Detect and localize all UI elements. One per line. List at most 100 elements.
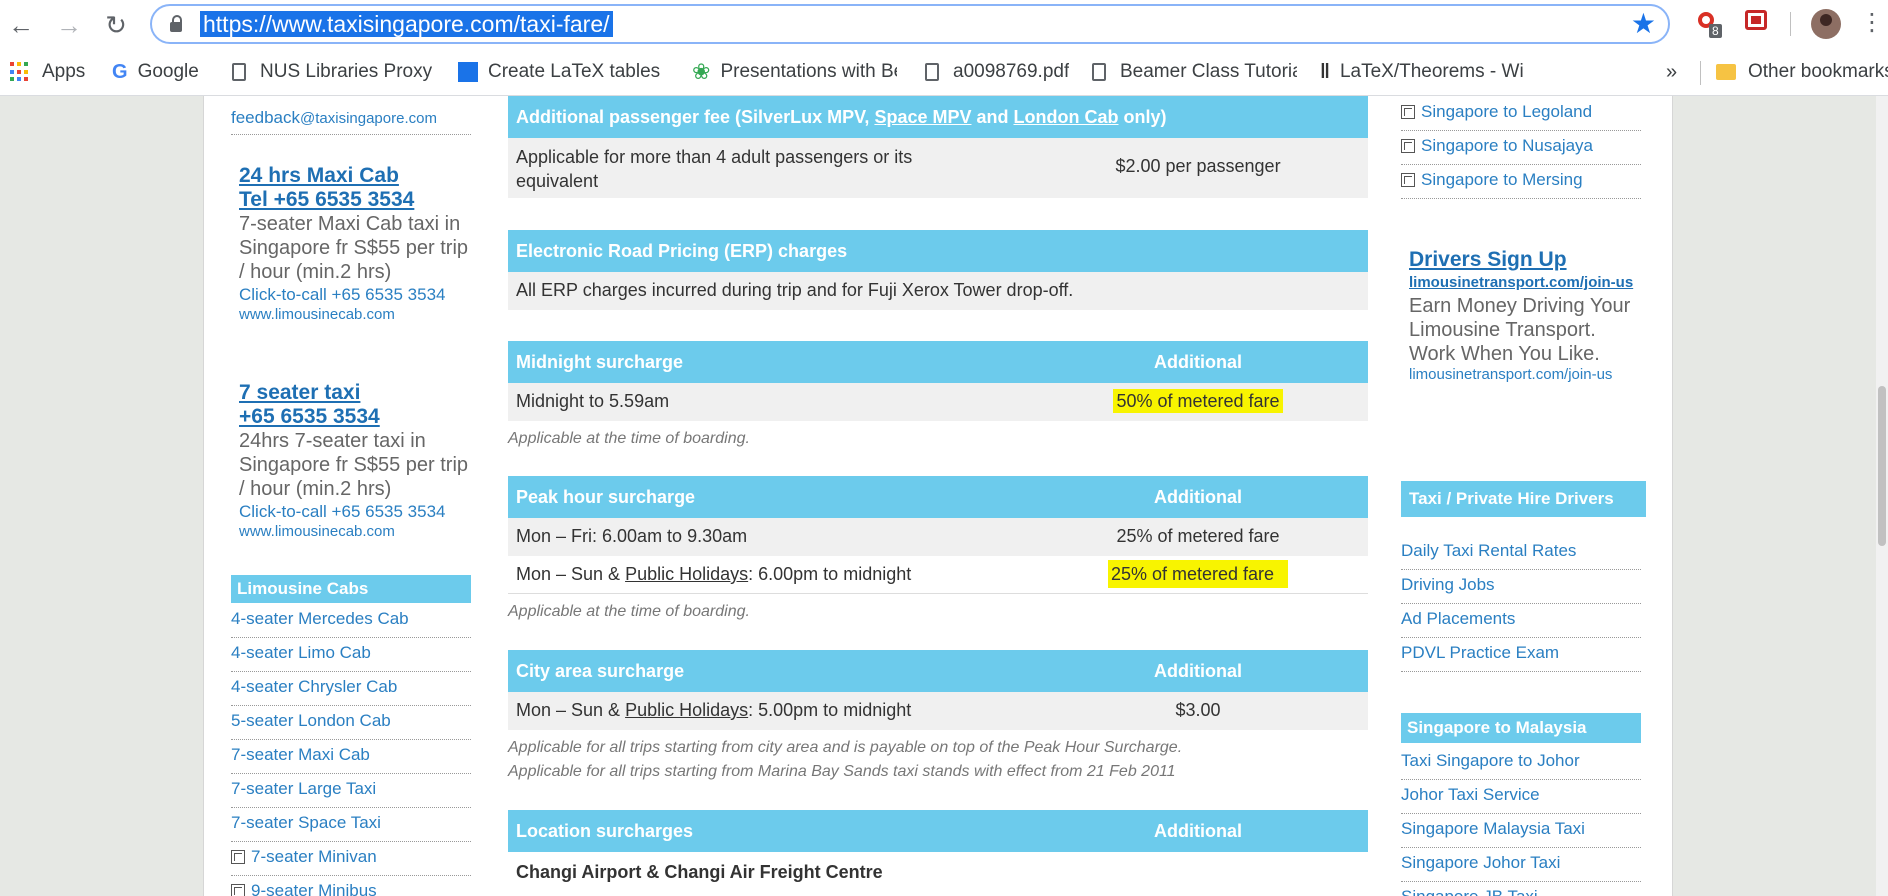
erp-header: Electronic Road Pricing (ERP) charges [508,230,1368,272]
bookmarks-bar: Apps G Google NUS Libraries Proxy B Creat… [0,49,1888,96]
page-content: feedback@taxisingapore.com 24 hrs Maxi C… [203,96,1673,896]
list-item[interactable]: Daily Taxi Rental Rates [1401,536,1641,570]
list-item[interactable]: Driving Jobs [1401,570,1641,604]
midnight-header: Midnight surcharge Additional [508,341,1368,383]
list-item-label: Singapore to Mersing [1421,170,1583,189]
back-arrow-icon[interactable]: ← [4,8,38,42]
pocket-extension-icon[interactable] [1745,10,1771,36]
more-bookmarks-button[interactable]: » [1666,49,1677,95]
drivers-ad: Drivers Sign Up limousinetransport.com/j… [1409,248,1644,383]
document-icon [1092,62,1106,81]
ad-call-link[interactable]: Click-to-call +65 6535 3534 [239,501,479,523]
bookmark-label: Presentations with Be [720,61,897,83]
list-item[interactable]: Johor Taxi Service [1401,780,1641,814]
drivers-url[interactable]: limousinetransport.com/join-us [1409,272,1644,294]
ad-phone[interactable]: Tel +65 6535 3534 [239,188,479,212]
folder-icon [1716,63,1736,80]
bookmark-latex-tables[interactable]: Create LaTeX tables o [458,49,663,95]
public-holidays-link[interactable]: Public Holidays [625,564,748,584]
ad-title[interactable]: 7 seater taxi [239,381,479,405]
list-item[interactable]: Singapore JB Taxi [1401,882,1641,896]
ad-phone[interactable]: +65 6535 3534 [239,405,479,429]
ad-call-link[interactable]: Click-to-call +65 6535 3534 [239,284,479,306]
list-item[interactable]: Singapore to Mersing [1401,165,1641,199]
london-cab-link[interactable]: London Cab [1014,107,1119,127]
bookmark-label: Google [137,61,199,83]
city-note-2: Applicable for all trips starting from M… [508,763,1176,780]
list-item[interactable]: 7-seater Large Taxi [231,774,471,808]
opera-extension-icon[interactable]: 8 [1696,10,1722,38]
other-bookmarks[interactable]: Other bookmarks [1716,49,1888,95]
ad-url[interactable]: www.limousinecab.com [239,306,479,324]
location-title: Location surcharges [516,821,694,841]
peak-header: Peak hour surcharge Additional [508,476,1368,518]
list-item[interactable]: 5-seater London Cab [231,706,471,740]
list-item[interactable]: 7-seater Maxi Cab [231,740,471,774]
row-description: All ERP charges incurred during trip and… [516,280,1074,300]
table-row: Applicable for more than 4 adult passeng… [508,138,1368,198]
list-item[interactable]: Ad Placements [1401,604,1641,638]
address-bar[interactable]: https://www.taxisingapore.com/taxi-fare/… [150,4,1670,44]
drivers-url-footer[interactable]: limousinetransport.com/join-us [1409,366,1644,383]
ad-title[interactable]: 24 hrs Maxi Cab [239,164,479,188]
bookmark-presentations[interactable]: ❀ Presentations with Be [692,49,897,95]
feedback-prefix: feedback [231,108,300,127]
list-item[interactable]: 4-seater Chrysler Cab [231,672,471,706]
list-item[interactable]: Singapore to Nusajaya [1401,131,1641,165]
taxi-drivers-heading: Taxi / Private Hire Drivers [1401,481,1646,517]
bookmark-apps[interactable]: Apps [10,49,85,95]
bookmark-pdf[interactable]: a0098769.pdf [925,49,1069,95]
list-item[interactable]: 7-seater Minivan [231,842,471,876]
extension-badge: 8 [1709,24,1722,38]
ad-url[interactable]: www.limousinecab.com [239,523,479,541]
bookmark-label: Create LaTeX tables o [488,61,663,82]
list-item[interactable]: Singapore Malaysia Taxi [1401,814,1641,848]
bookmark-label: LaTeX/Theorems - Wi [1339,61,1524,83]
bookmark-nus-libraries[interactable]: NUS Libraries Proxy B [232,49,432,95]
bookmark-label: Beamer Class Tutorial [1120,61,1297,82]
drivers-signup-title[interactable]: Drivers Sign Up [1409,248,1644,272]
erp-title: Electronic Road Pricing (ERP) charges [516,241,848,261]
list-item[interactable]: 4-seater Limo Cab [231,638,471,672]
list-item[interactable]: Singapore to Legoland [1401,97,1641,131]
ad-seven-seater: 7 seater taxi +65 6535 3534 24hrs 7-seat… [239,381,479,541]
external-link-icon [231,884,245,896]
row-description: Mon – Sun & Public Holidays: 6.00pm to m… [516,564,911,585]
highlighted-value: 50% of metered fare [1113,389,1283,413]
peak-title: Peak hour surcharge [516,487,696,507]
taxi-drivers-list: Daily Taxi Rental Rates Driving Jobs Ad … [1401,536,1641,672]
space-mpv-link[interactable]: Space MPV [874,107,971,127]
public-holidays-link[interactable]: Public Holidays [625,700,748,720]
google-g-icon: G [112,61,128,83]
table-row: All ERP charges incurred during trip and… [508,272,1368,310]
table-row: Changi Airport & Changi Air Freight Cent… [508,852,1368,892]
list-item[interactable]: Singapore Johor Taxi [1401,848,1641,882]
bookmark-google[interactable]: G Google [112,49,199,95]
reload-icon[interactable]: ↻ [99,8,133,42]
url-text[interactable]: https://www.taxisingapore.com/taxi-fare/ [200,11,613,37]
wikibooks-icon: ‖ [1320,61,1330,83]
bookmark-star-icon[interactable]: ★ [1631,9,1656,39]
row-value: $2.00 per passenger [1115,156,1281,176]
list-item[interactable]: Taxi Singapore to Johor [1401,746,1641,780]
feedback-email-link[interactable]: feedback@taxisingapore.com [231,108,471,135]
row-text: : 6.00pm to midnight [748,564,912,584]
profile-avatar[interactable] [1811,9,1841,39]
scrollbar-thumb[interactable] [1878,386,1886,546]
list-item[interactable]: 9-seater Minibus [231,876,471,896]
external-link-icon [1401,105,1415,119]
column-additional: Additional [1154,661,1242,681]
page-scrollbar[interactable] [1876,96,1888,896]
column-additional: Additional [1154,821,1242,841]
menu-dots-icon[interactable]: ⋮ [1860,8,1884,37]
city-header: City area surcharge Additional [508,650,1368,692]
list-item[interactable]: 4-seater Mercedes Cab [231,604,471,638]
header-text: only) [1118,107,1167,127]
forward-arrow-icon[interactable]: → [52,8,86,42]
bookmark-beamer[interactable]: Beamer Class Tutorial [1092,49,1297,95]
browser-toolbar: ← → ↻ https://www.taxisingapore.com/taxi… [0,0,1888,49]
list-item[interactable]: PDVL Practice Exam [1401,638,1641,672]
list-item[interactable]: 7-seater Space Taxi [231,808,471,842]
row-description: Mon – Sun & Public Holidays: 5.00pm to m… [516,700,911,721]
bookmark-wikibooks[interactable]: ‖ LaTeX/Theorems - Wi [1320,49,1525,95]
